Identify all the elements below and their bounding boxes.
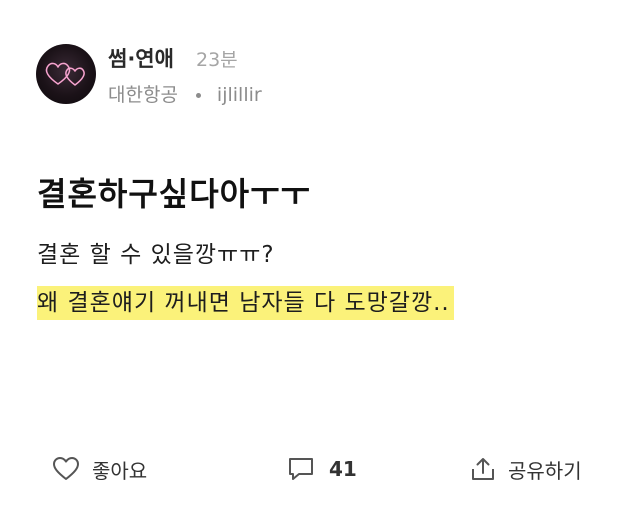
- post-body-line-2: 왜 결혼얘기 꺼내면 남자들 다 도망갈깡..: [37, 286, 454, 320]
- share-upload-icon: [472, 458, 494, 480]
- share-button[interactable]: 공유하기: [470, 445, 582, 493]
- post-meta: 대한항공 ijlillir: [108, 81, 262, 109]
- speech-bubble-icon: [289, 458, 313, 480]
- post-body-line-1: 결혼 할 수 있을깡ㅠㅠ?: [37, 242, 275, 268]
- like-label: 좋아요: [92, 458, 148, 483]
- avatar[interactable]: [36, 44, 96, 104]
- separator-dot: [195, 92, 201, 98]
- comment-count: 41: [329, 457, 357, 481]
- author-company[interactable]: 대한항공: [108, 81, 178, 109]
- heart-outline-icon: [53, 457, 79, 480]
- comment-button[interactable]: 41: [287, 445, 357, 493]
- like-button[interactable]: 좋아요: [52, 445, 147, 493]
- share-label: 공유하기: [508, 458, 582, 483]
- post-category[interactable]: 썸·연애: [108, 45, 174, 73]
- post-action-bar: 좋아요 41 공유하기: [0, 445, 640, 493]
- post-time: 23분: [196, 49, 238, 71]
- post-title: 결혼하구싶다아ㅜㅜ: [37, 175, 311, 213]
- author-name[interactable]: ijlillir: [217, 81, 262, 109]
- neon-hearts-icon: [45, 62, 85, 86]
